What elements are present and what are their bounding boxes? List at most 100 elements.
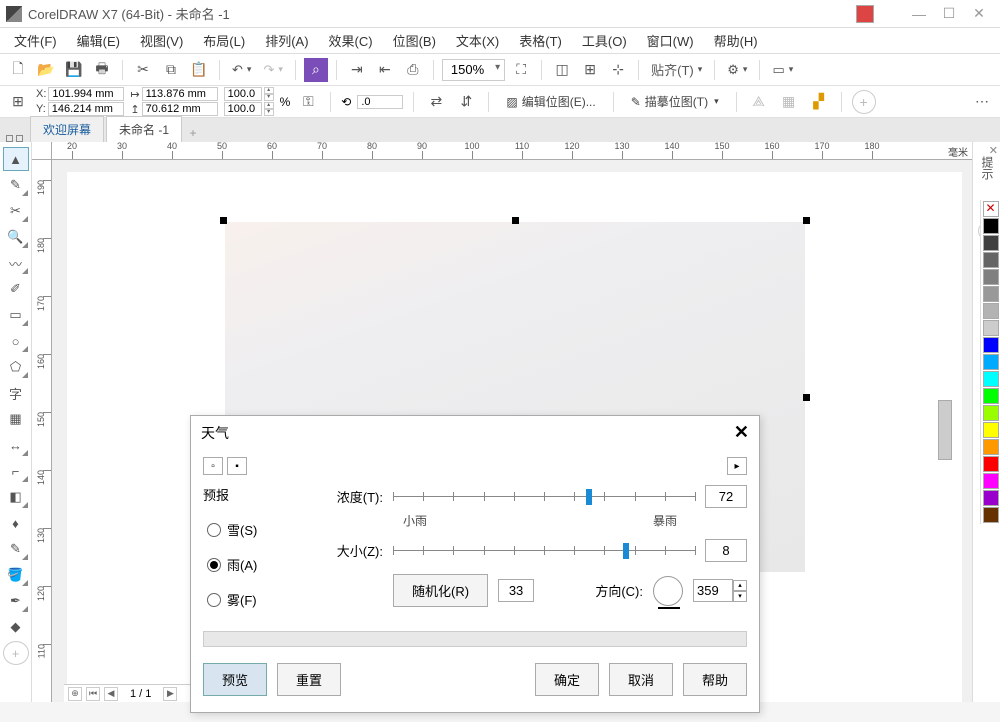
table-tool-icon[interactable]: ▦ (3, 407, 29, 431)
publish-icon[interactable]: ⎙ (401, 58, 425, 82)
ellipse-tool-icon[interactable]: ○ (3, 329, 29, 353)
ok-button[interactable]: 确定 (535, 663, 599, 696)
menu-t[interactable]: 表格(T) (509, 27, 572, 54)
color-swatch[interactable] (983, 507, 999, 523)
undo-button[interactable]: ↶ (228, 60, 255, 80)
shape-tool-icon[interactable]: ✎ (3, 173, 29, 197)
page-add-icon[interactable]: ⊕ (68, 687, 82, 701)
color-swatch[interactable] (983, 337, 999, 353)
maximize-button[interactable]: ☐ (934, 4, 964, 24)
x-input[interactable] (48, 87, 124, 101)
launch-icon[interactable]: ▭ (768, 60, 797, 80)
polygon-tool-icon[interactable]: ⬠ (3, 355, 29, 379)
ruler-vertical[interactable]: 190180170160150140130120110 (32, 160, 52, 702)
close-button[interactable]: ✕ (964, 4, 994, 24)
color-swatch[interactable] (983, 286, 999, 302)
transparency-tool-icon[interactable]: ♦ (3, 511, 29, 535)
menu-e[interactable]: 编辑(E) (67, 27, 130, 54)
height-input[interactable] (142, 102, 218, 116)
trace-bitmap-button[interactable]: ✎描摹位图(T) (624, 89, 726, 114)
density-slider[interactable] (393, 487, 695, 507)
options-icon[interactable]: ⚙ (723, 60, 751, 80)
print-icon[interactable]: 🖶 (90, 58, 114, 82)
size-slider[interactable] (393, 541, 695, 561)
guides-icon[interactable]: ⊹ (606, 58, 630, 82)
direction-dial[interactable] (653, 576, 683, 606)
radio-fog[interactable]: 雾(F) (203, 582, 303, 617)
color-swatch[interactable] (983, 252, 999, 268)
menu-o[interactable]: 工具(O) (572, 27, 637, 54)
text-tawol-icon[interactable]: 字 (3, 381, 29, 405)
color-swatch[interactable] (983, 439, 999, 455)
connector-tool-icon[interactable]: ⌐ (3, 459, 29, 483)
density-input[interactable] (705, 485, 747, 508)
redo-button[interactable]: ↷ (259, 60, 286, 80)
color-swatch[interactable] (983, 456, 999, 472)
dimension-tool-icon[interactable]: ↔ (3, 433, 29, 457)
size-input[interactable] (705, 539, 747, 562)
color-swatch[interactable] (983, 388, 999, 404)
menu-c[interactable]: 效果(C) (319, 27, 383, 54)
cancel-button[interactable]: 取消 (609, 663, 673, 696)
resize-handle[interactable] (803, 394, 810, 401)
ruler-origin[interactable] (32, 142, 52, 160)
freehand-tool-icon[interactable]: 〰 (3, 251, 29, 275)
fullscreen-icon[interactable]: ⛶ (509, 58, 533, 82)
export-icon[interactable]: ⇤ (373, 58, 397, 82)
color-swatch[interactable] (983, 422, 999, 438)
page-prev-icon[interactable]: ◀ (104, 687, 118, 701)
crop-tool-icon[interactable]: ✂ (3, 199, 29, 223)
cut-icon[interactable]: ✂ (131, 58, 155, 82)
tab-document[interactable]: 未命名 -1 (106, 116, 182, 142)
pick-tool-icon[interactable]: ▲ (3, 147, 29, 171)
grid-icon[interactable]: ⊞ (578, 58, 602, 82)
hints-docker-tab[interactable]: 提示 (977, 152, 998, 184)
copy-icon[interactable]: ⧉ (159, 58, 183, 82)
user-avatar[interactable] (856, 5, 874, 23)
dialog-flyout-icon[interactable]: ▸ (727, 457, 747, 475)
resize-handle[interactable] (220, 217, 227, 224)
radio-rain[interactable]: 雨(A) (203, 547, 303, 582)
resample-icon[interactable]: ▦ (777, 90, 801, 114)
zoom-select[interactable]: 150% (442, 59, 505, 81)
rectangle-tool-icon[interactable]: ▭ (3, 303, 29, 327)
fill-tool-icon[interactable]: 🪣 (3, 563, 29, 587)
mirror-v-icon[interactable]: ⇵ (454, 90, 478, 114)
menu-w[interactable]: 窗口(W) (637, 27, 704, 54)
save-icon[interactable]: 💾 (62, 58, 86, 82)
ruler-horizontal[interactable]: 毫米 2030405060708090100110120130140150160… (52, 142, 972, 160)
snap-dropdown[interactable]: 贴齐(T) (647, 58, 706, 81)
menu-b[interactable]: 位图(B) (383, 27, 446, 54)
eyedropper-tool-icon[interactable]: ✎ (3, 537, 29, 561)
width-input[interactable] (142, 87, 218, 101)
view-nav-icon[interactable] (6, 135, 13, 142)
search-icon[interactable]: ⌕ (304, 58, 328, 82)
crop-icon[interactable]: ⟁ (747, 90, 771, 114)
import-icon[interactable]: ⇥ (345, 58, 369, 82)
randomize-button[interactable]: 随机化(R) (393, 574, 488, 607)
dialog-close-icon[interactable]: ✕ (734, 422, 749, 443)
paste-icon[interactable]: 📋 (187, 58, 211, 82)
smart-fill-icon[interactable]: ◆ (3, 615, 29, 639)
menu-a[interactable]: 排列(A) (255, 27, 318, 54)
color-swatch[interactable] (983, 354, 999, 370)
preview-button[interactable]: 预览 (203, 663, 267, 696)
y-input[interactable] (48, 102, 124, 116)
edit-bitmap-button[interactable]: ▨编辑位图(E)... (499, 89, 602, 114)
color-swatch[interactable] (983, 473, 999, 489)
align-icon[interactable]: ▞ (807, 90, 831, 114)
menu-x[interactable]: 文本(X) (446, 27, 509, 54)
effects-tool-icon[interactable]: ◧ (3, 485, 29, 509)
rulers-icon[interactable]: ◫ (550, 58, 574, 82)
color-swatch[interactable] (983, 269, 999, 285)
palette-scrollbar[interactable] (938, 400, 952, 460)
lock-ratio-icon[interactable]: ⚿ (296, 90, 320, 114)
dialog-collapse-icon[interactable]: ▫ (203, 457, 223, 475)
help-button[interactable]: 帮助 (683, 663, 747, 696)
resize-handle[interactable] (512, 217, 519, 224)
color-swatch[interactable] (983, 235, 999, 251)
direction-spinner[interactable]: ▴▾ (693, 579, 747, 602)
new-icon[interactable]: 🗋 (6, 58, 30, 82)
minimize-button[interactable]: — (904, 4, 934, 24)
page-first-icon[interactable]: ⏮ (86, 687, 100, 701)
